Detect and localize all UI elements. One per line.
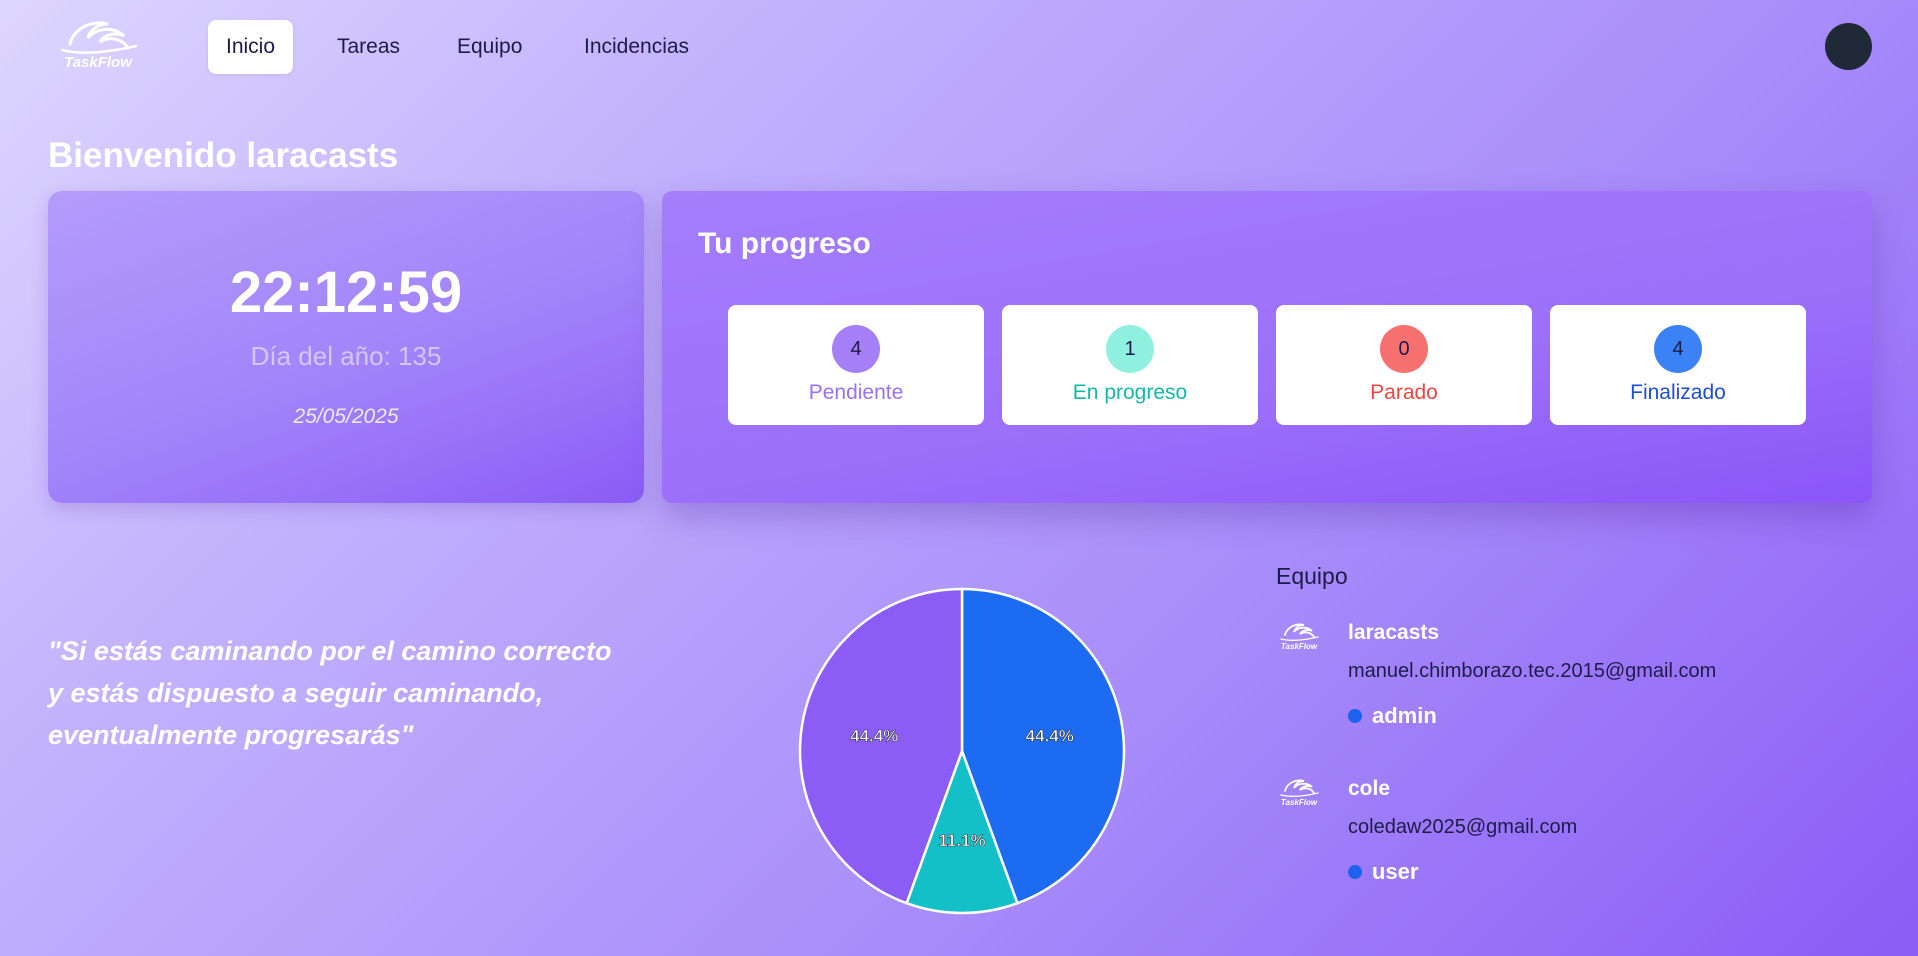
role-dot-icon (1348, 865, 1362, 879)
motivational-quote: "Si estás caminando por el camino correc… (48, 636, 612, 750)
stat-label: Pendiente (808, 381, 904, 404)
logo-text: TaskFlow (64, 54, 133, 71)
nav-equipo[interactable]: Equipo (439, 20, 540, 74)
stat-label: En progreso (1072, 381, 1188, 404)
team-member[interactable]: TaskFlow cole coledaw2025@gmail.com user (1276, 775, 1876, 905)
member-logo-icon: TaskFlow (1280, 779, 1319, 807)
member-logo-icon: TaskFlow (1280, 623, 1319, 651)
progress-card: Tu progreso 4 Pendiente 1 En progreso 0 … (662, 191, 1872, 503)
member-name: laracasts (1348, 621, 1440, 644)
clock-time: 22:12:59 (229, 260, 463, 325)
pie-slice-label: 44.4% (1026, 727, 1074, 746)
pie-slice-label: 11.1% (938, 831, 985, 850)
member-email: manuel.chimborazo.tec.2015@gmail.com (1348, 660, 1717, 682)
stat-count-badge: 4 (832, 325, 880, 373)
stat-finalizado[interactable]: 4 Finalizado (1550, 305, 1806, 425)
stat-label: Parado (1370, 381, 1438, 404)
stat-count-badge: 0 (1380, 325, 1428, 373)
day-of-year: Día del año: 135 (250, 341, 442, 371)
user-avatar[interactable] (1825, 23, 1872, 70)
member-role-text: admin (1372, 703, 1437, 728)
nav-inicio[interactable]: Inicio (208, 20, 294, 74)
member-email: coledaw2025@gmail.com (1348, 816, 1578, 838)
member-role-text: user (1372, 859, 1419, 884)
taskflow-logo[interactable]: TaskFlow (52, 14, 144, 72)
member-role: user (1348, 859, 1418, 885)
member-logo-text: TaskFlow (1281, 798, 1318, 807)
stat-count-badge: 1 (1106, 325, 1154, 373)
pie-slice-label: 44.4% (850, 727, 898, 746)
member-role: admin (1348, 703, 1437, 729)
team-member[interactable]: TaskFlow laracasts manuel.chimborazo.tec… (1276, 619, 1876, 749)
member-logo-text: TaskFlow (1281, 642, 1318, 651)
stat-en-progreso[interactable]: 1 En progreso (1002, 305, 1258, 425)
nav-tareas[interactable]: Tareas (319, 20, 418, 74)
role-dot-icon (1348, 709, 1362, 723)
stat-pendiente[interactable]: 4 Pendiente (728, 305, 984, 425)
task-status-pie-chart: 44.4% 11.1% 44.4% (798, 587, 1126, 915)
progress-title: Tu progreso (698, 227, 871, 260)
clock-card: 22:12:59 Día del año: 135 25/05/2025 (48, 191, 644, 503)
welcome-heading: Bienvenido laracasts (48, 136, 399, 175)
stat-parado[interactable]: 0 Parado (1276, 305, 1532, 425)
navbar: TaskFlow Inicio Tareas Equipo Incidencia… (0, 0, 1918, 96)
stat-label: Finalizado (1630, 381, 1726, 404)
member-name: cole (1348, 777, 1391, 800)
stat-count-badge: 4 (1654, 325, 1702, 373)
current-date: 25/05/2025 (293, 405, 399, 428)
nav-incidencias[interactable]: Incidencias (566, 20, 707, 74)
team-title: Equipo (1276, 563, 1348, 589)
